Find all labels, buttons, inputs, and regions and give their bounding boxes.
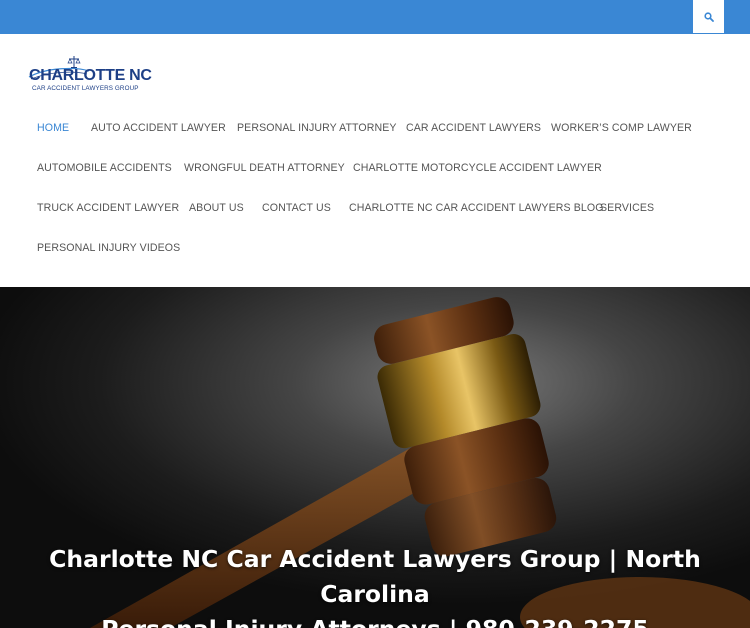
search-icon <box>703 11 714 22</box>
nav-item-wrongful-death-attorney[interactable]: WRONGFUL DEATH ATTORNEY <box>184 162 345 175</box>
nav-item-car-accident-lawyers[interactable]: CAR ACCIDENT LAWYERS <box>406 122 541 135</box>
top-bar <box>0 0 750 34</box>
hero-title: Charlotte NC Car Accident Lawyers Group … <box>0 542 750 628</box>
hero-banner: Charlotte NC Car Accident Lawyers Group … <box>0 287 750 628</box>
nav-item-workers-comp-lawyer[interactable]: WORKER’S COMP LAWYER <box>551 122 692 135</box>
nav-item-charlotte-motorcycle-accident-lawyer[interactable]: CHARLOTTE MOTORCYCLE ACCIDENT LAWYER <box>353 162 602 175</box>
nav-item-automobile-accidents[interactable]: AUTOMOBILE ACCIDENTS <box>37 162 172 175</box>
nav-item-personal-injury-attorney[interactable]: PERSONAL INJURY ATTORNEY <box>237 122 397 135</box>
nav-item-auto-accident-lawyer[interactable]: AUTO ACCIDENT LAWYER <box>91 122 226 135</box>
nav-row: HOME AUTO ACCIDENT LAWYER PERSONAL INJUR… <box>0 108 750 148</box>
hero-title-line2: Personal Injury Attorneys | 980-239-2275 <box>0 612 750 628</box>
nav-item-home[interactable]: HOME <box>37 122 69 135</box>
nav-item-personal-injury-videos[interactable]: PERSONAL INJURY VIDEOS <box>37 242 180 255</box>
hero-title-line1: Charlotte NC Car Accident Lawyers Group … <box>49 545 701 608</box>
nav-item-blog[interactable]: CHARLOTTE NC CAR ACCIDENT LAWYERS BLOG <box>349 202 604 215</box>
site-logo[interactable]: CHARLOTTE NC CAR ACCIDENT LAWYERS GROUP <box>27 55 152 97</box>
search-button[interactable] <box>693 0 724 33</box>
nav-row: AUTOMOBILE ACCIDENTS WRONGFUL DEATH ATTO… <box>0 148 750 188</box>
nav-item-contact-us[interactable]: CONTACT US <box>262 202 331 215</box>
nav-item-truck-accident-lawyer[interactable]: TRUCK ACCIDENT LAWYER <box>37 202 179 215</box>
logo-subtitle: CAR ACCIDENT LAWYERS GROUP <box>32 85 139 92</box>
nav-item-about-us[interactable]: ABOUT US <box>189 202 244 215</box>
logo-title: CHARLOTTE NC <box>29 67 152 84</box>
nav-row: PERSONAL INJURY VIDEOS <box>0 228 750 268</box>
nav-item-services[interactable]: SERVICES <box>600 202 654 215</box>
nav-row: TRUCK ACCIDENT LAWYER ABOUT US CONTACT U… <box>0 188 750 228</box>
